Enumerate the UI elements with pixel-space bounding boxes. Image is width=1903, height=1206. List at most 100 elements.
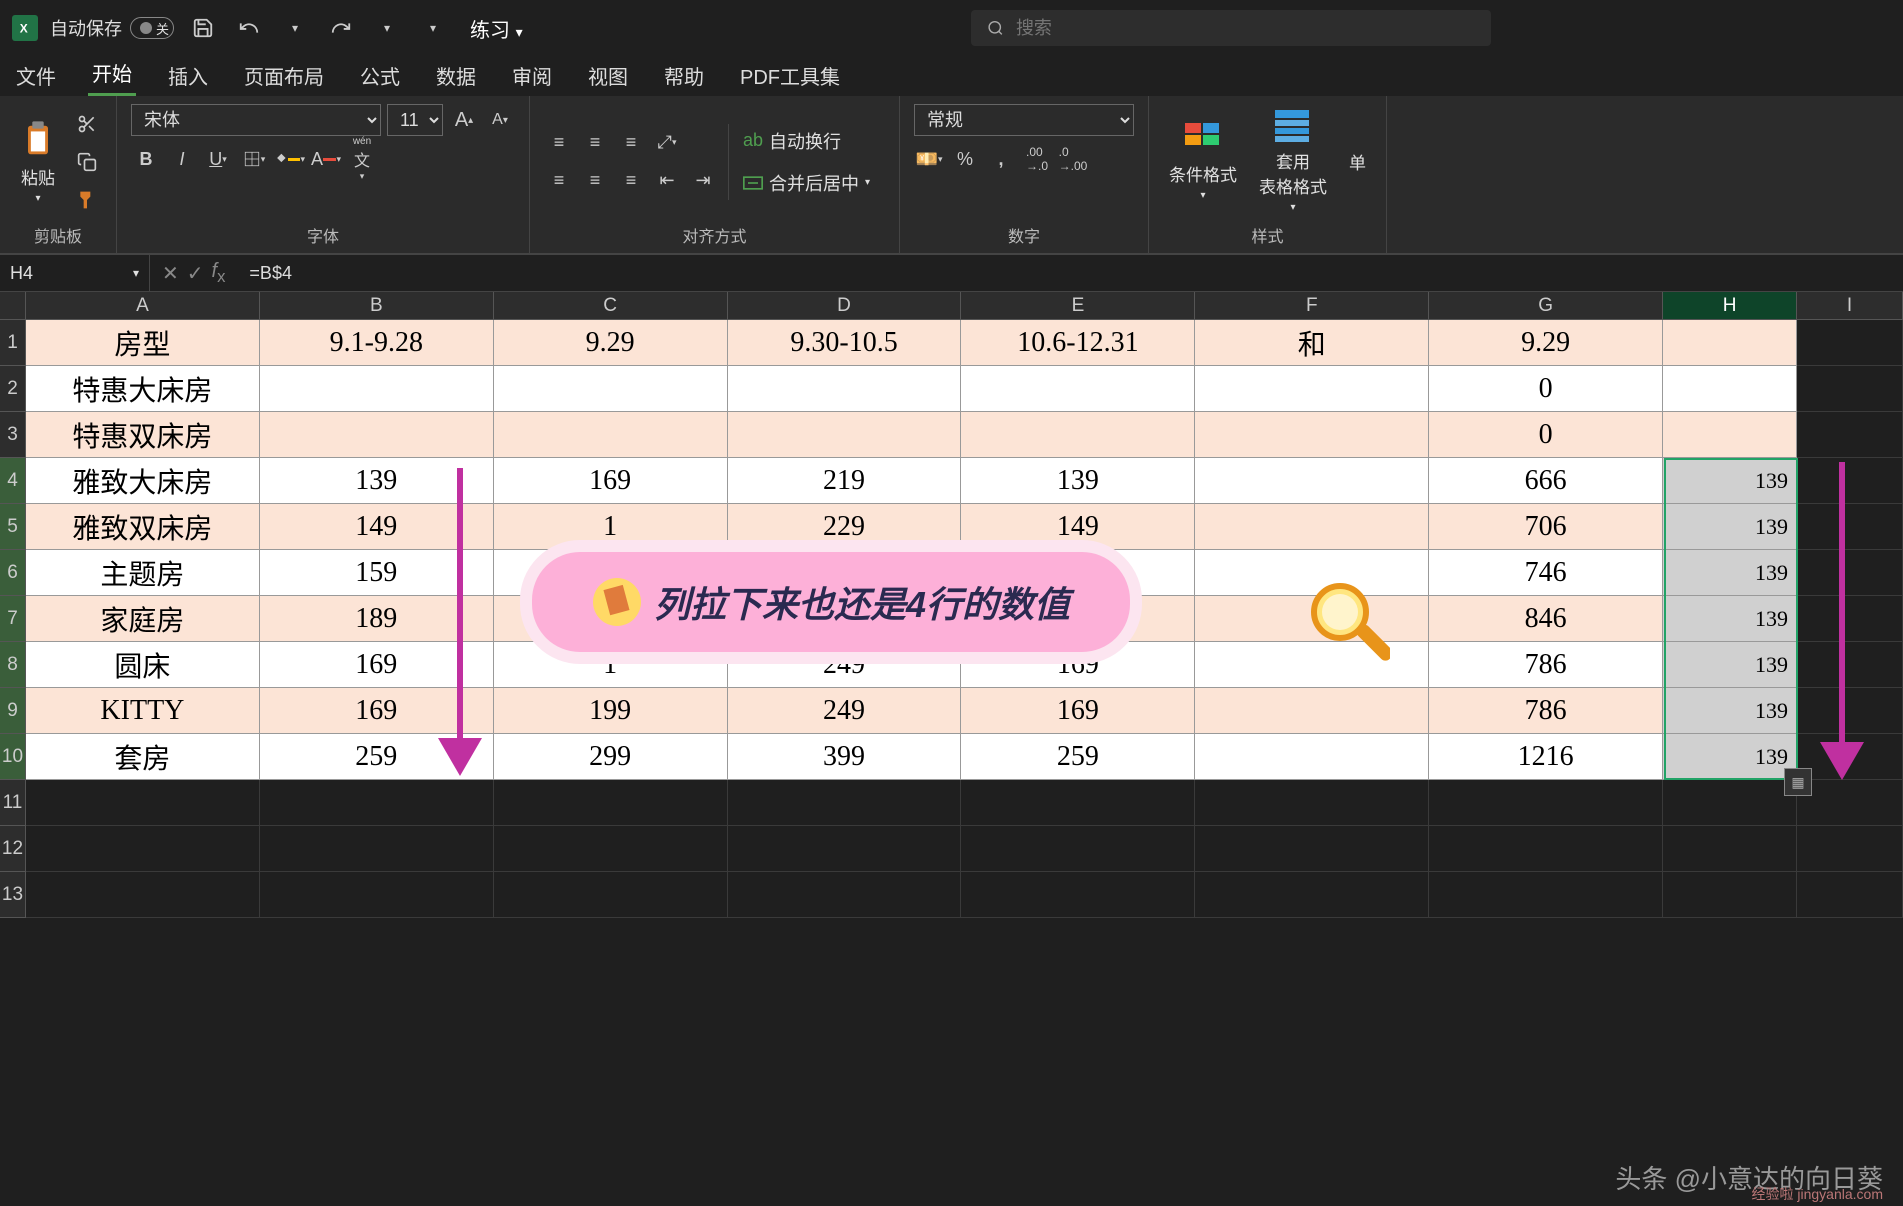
cell[interactable]: 0 [1429, 366, 1663, 412]
fx-icon[interactable]: fx [212, 260, 226, 287]
cell[interactable]: 169 [260, 642, 494, 688]
cell[interactable]: 9.29 [494, 320, 728, 366]
cell[interactable]: 10.6-12.31 [961, 320, 1195, 366]
col-header-F[interactable]: F [1195, 292, 1429, 320]
select-all-corner[interactable] [0, 292, 26, 320]
row-header[interactable]: 8 [0, 642, 26, 688]
cell[interactable] [1797, 458, 1903, 504]
cell[interactable] [1195, 688, 1429, 734]
tab-pdf[interactable]: PDF工具集 [736, 55, 844, 96]
cell[interactable] [26, 780, 260, 826]
spreadsheet-grid[interactable]: A B C D E F G H I 1房型9.1-9.289.299.30-10… [0, 292, 1903, 918]
cell[interactable] [260, 872, 494, 918]
cell[interactable] [1797, 366, 1903, 412]
cell[interactable] [260, 826, 494, 872]
cell[interactable]: 9.1-9.28 [260, 320, 494, 366]
cell[interactable] [961, 872, 1195, 918]
align-middle-icon[interactable]: ≡ [580, 128, 610, 158]
cell[interactable]: 139 [1663, 596, 1797, 642]
increase-font-icon[interactable]: A▴ [449, 105, 479, 135]
cell[interactable] [1797, 550, 1903, 596]
cell[interactable]: 主题房 [26, 550, 260, 596]
cell[interactable] [1663, 320, 1797, 366]
cell[interactable]: 0 [1429, 412, 1663, 458]
tab-insert[interactable]: 插入 [164, 55, 212, 96]
cell[interactable]: 259 [961, 734, 1195, 780]
copy-icon[interactable] [72, 147, 102, 177]
cell-styles-button[interactable]: 单 [1343, 145, 1372, 178]
cell[interactable] [494, 872, 728, 918]
cell[interactable] [728, 780, 962, 826]
tab-help[interactable]: 帮助 [660, 55, 708, 96]
cell[interactable] [494, 412, 728, 458]
align-right-icon[interactable]: ≡ [616, 166, 646, 196]
cell[interactable] [728, 826, 962, 872]
col-header-G[interactable]: G [1429, 292, 1663, 320]
cell[interactable]: 139 [1663, 734, 1797, 780]
cell[interactable]: 299 [494, 734, 728, 780]
cell[interactable] [494, 826, 728, 872]
tab-file[interactable]: 文件 [12, 55, 60, 96]
cancel-formula-icon[interactable]: ✕ [162, 261, 179, 286]
cell[interactable]: 套房 [26, 734, 260, 780]
col-header-C[interactable]: C [494, 292, 728, 320]
cell[interactable] [494, 366, 728, 412]
col-header-H[interactable]: H [1663, 292, 1797, 320]
row-header[interactable]: 11 [0, 780, 26, 826]
cell[interactable]: 139 [1663, 458, 1797, 504]
orientation-icon[interactable]: ⤢▾ [652, 128, 682, 158]
col-header-A[interactable]: A [26, 292, 260, 320]
redo-icon[interactable] [324, 11, 358, 45]
cell[interactable]: 9.29 [1429, 320, 1663, 366]
row-header[interactable]: 7 [0, 596, 26, 642]
paste-button[interactable]: 粘贴 ▾ [14, 116, 62, 208]
cell[interactable]: 189 [260, 596, 494, 642]
document-name[interactable]: 练习 ▾ [470, 14, 523, 43]
cell[interactable]: 房型 [26, 320, 260, 366]
cell[interactable]: 9.30-10.5 [728, 320, 962, 366]
col-header-E[interactable]: E [961, 292, 1195, 320]
cell[interactable]: 雅致大床房 [26, 458, 260, 504]
font-color-button[interactable]: A▾ [311, 144, 341, 174]
cell[interactable] [1663, 780, 1797, 826]
cell[interactable]: 786 [1429, 688, 1663, 734]
cell[interactable] [26, 872, 260, 918]
cell[interactable] [1195, 826, 1429, 872]
cell[interactable] [728, 412, 962, 458]
font-name-select[interactable]: 宋体 [131, 104, 381, 136]
row-header[interactable]: 12 [0, 826, 26, 872]
cell[interactable] [728, 872, 962, 918]
accounting-format-icon[interactable]: 💴▾ [914, 144, 944, 174]
comma-format-icon[interactable]: , [986, 144, 1016, 174]
cell[interactable] [1195, 780, 1429, 826]
redo-dropdown-icon[interactable]: ▾ [370, 11, 404, 45]
merge-center-button[interactable]: 合并后居中 ▾ [739, 166, 874, 200]
align-bottom-icon[interactable]: ≡ [616, 128, 646, 158]
cell[interactable] [494, 780, 728, 826]
cell[interactable]: 159 [260, 550, 494, 596]
cell[interactable] [1429, 826, 1663, 872]
save-icon[interactable] [186, 11, 220, 45]
row-header[interactable]: 5 [0, 504, 26, 550]
decrease-font-icon[interactable]: A▾ [485, 105, 515, 135]
cell[interactable]: 139 [1663, 550, 1797, 596]
cell[interactable] [1195, 734, 1429, 780]
row-header[interactable]: 4 [0, 458, 26, 504]
col-header-B[interactable]: B [260, 292, 494, 320]
cell[interactable]: 特惠双床房 [26, 412, 260, 458]
increase-decimal-icon[interactable]: .00→.0 [1022, 144, 1052, 174]
cell[interactable] [1797, 688, 1903, 734]
cell[interactable]: 219 [728, 458, 962, 504]
toggle-switch[interactable]: 关 [130, 17, 174, 39]
cell[interactable]: 特惠大床房 [26, 366, 260, 412]
cell[interactable]: 169 [961, 688, 1195, 734]
cell[interactable]: 169 [260, 688, 494, 734]
cell[interactable]: 雅致双床房 [26, 504, 260, 550]
row-header[interactable]: 1 [0, 320, 26, 366]
cell[interactable] [1195, 458, 1429, 504]
format-table-button[interactable]: 套用 表格格式▾ [1253, 106, 1333, 217]
cell[interactable] [1797, 504, 1903, 550]
cell[interactable]: 786 [1429, 642, 1663, 688]
tab-home[interactable]: 开始 [88, 52, 136, 96]
autosave-toggle[interactable]: 自动保存 关 [50, 15, 174, 41]
